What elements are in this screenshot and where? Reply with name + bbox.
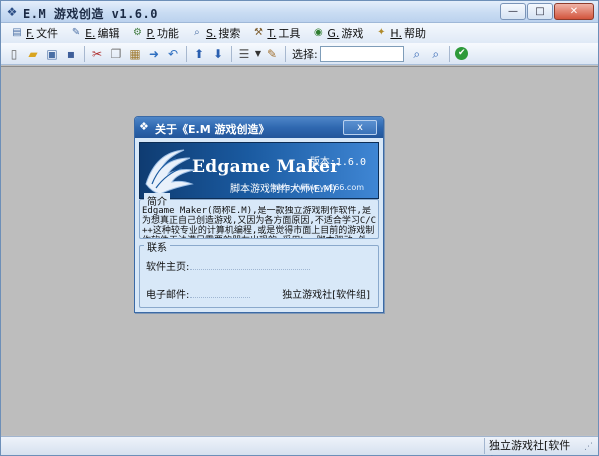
about-dialog: ❖ 关于《E.M 游戏创造》 x Edgame Maker 版本:1.6.0 脚…	[134, 116, 384, 313]
edit-icon: ✎	[71, 27, 81, 38]
search-input[interactable]	[319, 45, 404, 62]
menu-help-label: 帮助	[403, 27, 426, 40]
menu-function-label: 功能	[156, 27, 179, 40]
menu-function-accel: P.	[146, 26, 155, 40]
menu-tools-label: 工具	[278, 27, 301, 40]
menu-bar: ▤ F. 文件 ✎ E. 编辑 ⚙ P. 功能 ⌕ S. 搜索 ⚒ T. 工具 …	[1, 23, 598, 43]
menu-file[interactable]: ▤ F. 文件	[5, 24, 64, 42]
toolbar-separator	[285, 45, 286, 62]
status-text: 独立游戏社[软件组]	[484, 438, 576, 456]
intro-text: Edgame Maker(简称E.M),是一款独立游戏制作软件,是为想真正自己创…	[142, 206, 377, 238]
title-bar[interactable]: ❖ E.M 游戏创造 v1.6.0 — □ ✕	[1, 1, 598, 23]
dropdown-arrow-icon[interactable]: ▼	[254, 45, 262, 63]
intro-section: 简介 Edgame Maker(简称E.M),是一款独立游戏制作软件,是为想真正…	[139, 193, 379, 239]
menu-edit[interactable]: ✎ E. 编辑	[64, 24, 125, 42]
close-button[interactable]: ✕	[554, 3, 594, 20]
copy-icon[interactable]: ❐	[107, 45, 125, 63]
check-icon[interactable]: ✔	[453, 45, 471, 63]
search-label: 选择:	[292, 47, 318, 61]
website-link[interactable]: http://www.yx166.com	[274, 183, 364, 192]
menu-tools[interactable]: ⚒ T. 工具	[246, 24, 306, 42]
email-label: 电子邮件:	[146, 290, 190, 301]
menu-game-accel: G.	[327, 26, 340, 40]
redo-icon[interactable]: ➜	[145, 45, 163, 63]
menu-search-accel: S.	[205, 26, 217, 40]
function-icon: ⚙	[133, 27, 142, 38]
version-label: 版本:1.6.0	[309, 157, 366, 168]
navigate-down-icon[interactable]: ⬇	[209, 45, 227, 63]
menu-search[interactable]: ⌕ S. 搜索	[185, 24, 246, 42]
dialog-title: 关于《E.M 游戏创造》	[155, 123, 270, 136]
toolbar-separator	[231, 45, 232, 62]
menu-game[interactable]: ◉ G. 游戏	[306, 24, 369, 42]
toolbar-separator	[84, 45, 85, 62]
menu-game-label: 游戏	[341, 27, 364, 40]
about-banner: Edgame Maker 版本:1.6.0 脚本游戏制作大师(E.M) http…	[139, 142, 379, 199]
menu-edit-label: 编辑	[97, 27, 120, 40]
dialog-close-button[interactable]: x	[343, 120, 377, 135]
dialog-title-bar[interactable]: ❖ 关于《E.M 游戏创造》 x	[135, 117, 383, 138]
navigate-up-icon[interactable]: ⬆	[190, 45, 208, 63]
contact-legend: 联系	[144, 239, 170, 254]
email-link[interactable]	[190, 297, 250, 298]
cut-icon[interactable]: ✂	[88, 45, 106, 63]
list-icon[interactable]: ☰	[235, 45, 253, 63]
homepage-link[interactable]	[190, 269, 310, 270]
menu-help-accel: H.	[390, 26, 402, 40]
toolbar-separator	[448, 45, 450, 62]
menu-search-label: 搜索	[218, 27, 241, 40]
find-next-icon[interactable]: ⌕	[427, 45, 445, 63]
app-logo-icon: ❖	[6, 5, 18, 19]
search-icon: ⌕	[194, 27, 200, 38]
menu-file-accel: F.	[26, 26, 35, 40]
minimize-button[interactable]: —	[500, 3, 526, 20]
undo-icon[interactable]: ↶	[164, 45, 182, 63]
toolbar-separator	[186, 45, 187, 62]
dialog-app-icon: ❖	[139, 120, 149, 133]
save-all-icon[interactable]: ▣	[43, 45, 61, 63]
status-bar: 独立游戏社[软件组] ⋰	[1, 436, 598, 456]
open-folder-icon[interactable]: ▰	[24, 45, 42, 63]
maximize-button[interactable]: □	[527, 3, 553, 20]
homepage-label: 软件主页:	[146, 262, 190, 273]
toolbar: ▯ ▰ ▣ ▪ ✂ ❐ ▦ ➜ ↶ ⬆ ⬇ ☰ ▼ ✎ 选择: ⌕ ⌕ ✔	[1, 43, 598, 65]
resize-grip-icon[interactable]: ⋰	[584, 441, 596, 453]
paste-icon[interactable]: ▦	[126, 45, 144, 63]
file-icon: ▤	[12, 27, 22, 38]
menu-file-label: 文件	[36, 27, 59, 40]
menu-function[interactable]: ⚙ P. 功能	[126, 24, 185, 42]
menu-help[interactable]: ✦ H. 帮助	[369, 24, 432, 42]
menu-edit-accel: E.	[85, 26, 96, 40]
menu-tools-accel: T.	[267, 26, 277, 40]
script-icon[interactable]: ✎	[263, 45, 281, 63]
window-title: E.M 游戏创造 v1.6.0	[23, 7, 158, 21]
new-file-icon[interactable]: ▯	[5, 45, 23, 63]
window-controls: — □ ✕	[500, 3, 594, 20]
help-icon: ✦	[377, 27, 386, 38]
organization-label: 独立游戏社[软件组]	[282, 290, 370, 301]
game-icon: ◉	[313, 27, 323, 38]
contact-section: 联系 软件主页: 电子邮件: 独立游戏社[软件组]	[139, 239, 379, 308]
search-icon[interactable]: ⌕	[408, 45, 426, 63]
save-icon[interactable]: ▪	[62, 45, 80, 63]
tools-icon: ⚒	[253, 27, 263, 38]
